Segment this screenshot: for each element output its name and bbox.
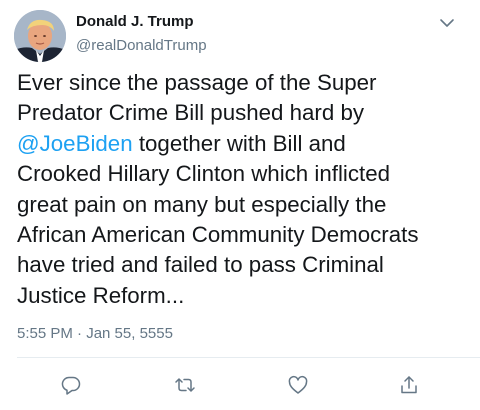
user-handle[interactable]: @realDonaldTrump [76,37,207,54]
retweet-icon [175,378,195,392]
heart-icon [288,375,308,394]
avatar-portrait-icon [14,10,66,62]
tweet-line: have tried and failed to pass Criminal [17,252,384,278]
chevron-down-icon[interactable] [436,12,458,34]
like-button[interactable] [284,371,312,399]
display-name[interactable]: Donald J. Trump [76,13,194,30]
tweet-line: Justice Reform... [17,282,185,308]
retweet-button[interactable] [171,371,199,399]
tweet-line: African American Community Democrats [17,222,419,248]
tweet-card: Donald J. Trump @realDonaldTrump Ever si… [0,0,480,410]
timestamp[interactable]: 5:55 PM · Jan 55, 5555 [17,325,173,342]
tweet-line: great pain on many but especially the [17,191,387,217]
tweet-text: Ever since the passage of the Super Pred… [17,68,469,311]
reply-button[interactable] [57,371,85,399]
tweet-line: Predator Crime Bill pushed hard by [17,100,365,126]
tweet-line-rest: together with Bill and [132,130,346,156]
tweet-line: Ever since the passage of the Super [17,70,377,95]
share-icon [401,376,417,394]
avatar[interactable] [14,10,66,62]
tweet-line: Crooked Hillary Clinton which inflicted [17,161,391,187]
mention-link[interactable]: @JoeBiden [17,131,133,156]
divider [17,357,480,358]
tweet-line: @JoeBiden together with Bill and [17,129,469,159]
share-button[interactable] [395,371,423,399]
reply-icon [61,376,81,395]
